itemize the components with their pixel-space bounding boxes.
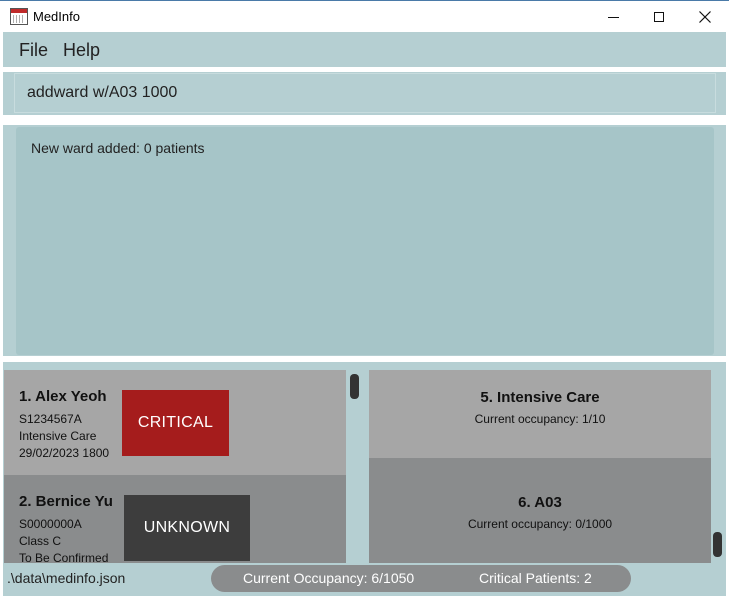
window-title: MedInfo bbox=[33, 9, 80, 24]
maximize-icon bbox=[654, 12, 664, 22]
patient-nric: S0000000A bbox=[19, 517, 82, 531]
ward-name: 5. Intensive Care bbox=[480, 389, 600, 406]
critical-count: Critical Patients: 2 bbox=[479, 570, 592, 586]
patient-nric: S1234567A bbox=[19, 412, 82, 426]
patient-discharge: 29/02/2023 1800 bbox=[19, 446, 110, 460]
minimize-icon bbox=[607, 16, 619, 18]
window-titlebar: MedInfo bbox=[0, 0, 729, 32]
command-box[interactable] bbox=[14, 73, 716, 113]
ward-card[interactable]: 5. Intensive Care Current occupancy: 1/1… bbox=[369, 370, 711, 458]
data-file-path: .\data\medinfo.json bbox=[7, 570, 126, 586]
total-occupancy: Current Occupancy: 6/1050 bbox=[243, 570, 415, 586]
menu-file[interactable]: File bbox=[19, 40, 48, 61]
status-badge: UNKNOWN bbox=[124, 495, 250, 561]
scrollbar-thumb[interactable] bbox=[350, 374, 359, 399]
patient-name: 2. Bernice Yu bbox=[19, 493, 113, 510]
divider bbox=[3, 115, 726, 125]
ward-occupancy: Current occupancy: 1/10 bbox=[474, 412, 606, 426]
status-bar: .\data\medinfo.json Current Occupancy: 6… bbox=[3, 563, 726, 596]
ward-name: 6. A03 bbox=[518, 494, 562, 511]
calendar-app-icon bbox=[10, 8, 28, 25]
patient-ward: Class C bbox=[19, 534, 62, 548]
menu-help[interactable]: Help bbox=[63, 40, 100, 61]
maximize-button[interactable] bbox=[636, 1, 682, 33]
close-button[interactable] bbox=[682, 1, 728, 33]
app-main: File Help New ward added: 0 patients 1. … bbox=[3, 32, 726, 596]
patient-name: 1. Alex Yeoh bbox=[19, 388, 107, 405]
command-input[interactable] bbox=[27, 84, 687, 102]
status-badge: CRITICAL bbox=[122, 390, 229, 456]
patient-card[interactable]: 1. Alex Yeoh S1234567A Intensive Care 29… bbox=[4, 370, 346, 475]
divider bbox=[3, 67, 726, 72]
patient-ward: Intensive Care bbox=[19, 429, 97, 443]
close-icon bbox=[699, 11, 711, 23]
scrollbar-thumb[interactable] bbox=[713, 532, 722, 557]
result-display: New ward added: 0 patients bbox=[16, 127, 714, 355]
menu-bar: File Help bbox=[3, 32, 726, 67]
minimize-button[interactable] bbox=[590, 1, 636, 33]
ward-occupancy: Current occupancy: 0/1000 bbox=[467, 517, 613, 531]
divider bbox=[3, 356, 726, 362]
stats-pill: Current Occupancy: 6/1050 Critical Patie… bbox=[211, 565, 631, 592]
result-message: New ward added: 0 patients bbox=[31, 140, 205, 156]
